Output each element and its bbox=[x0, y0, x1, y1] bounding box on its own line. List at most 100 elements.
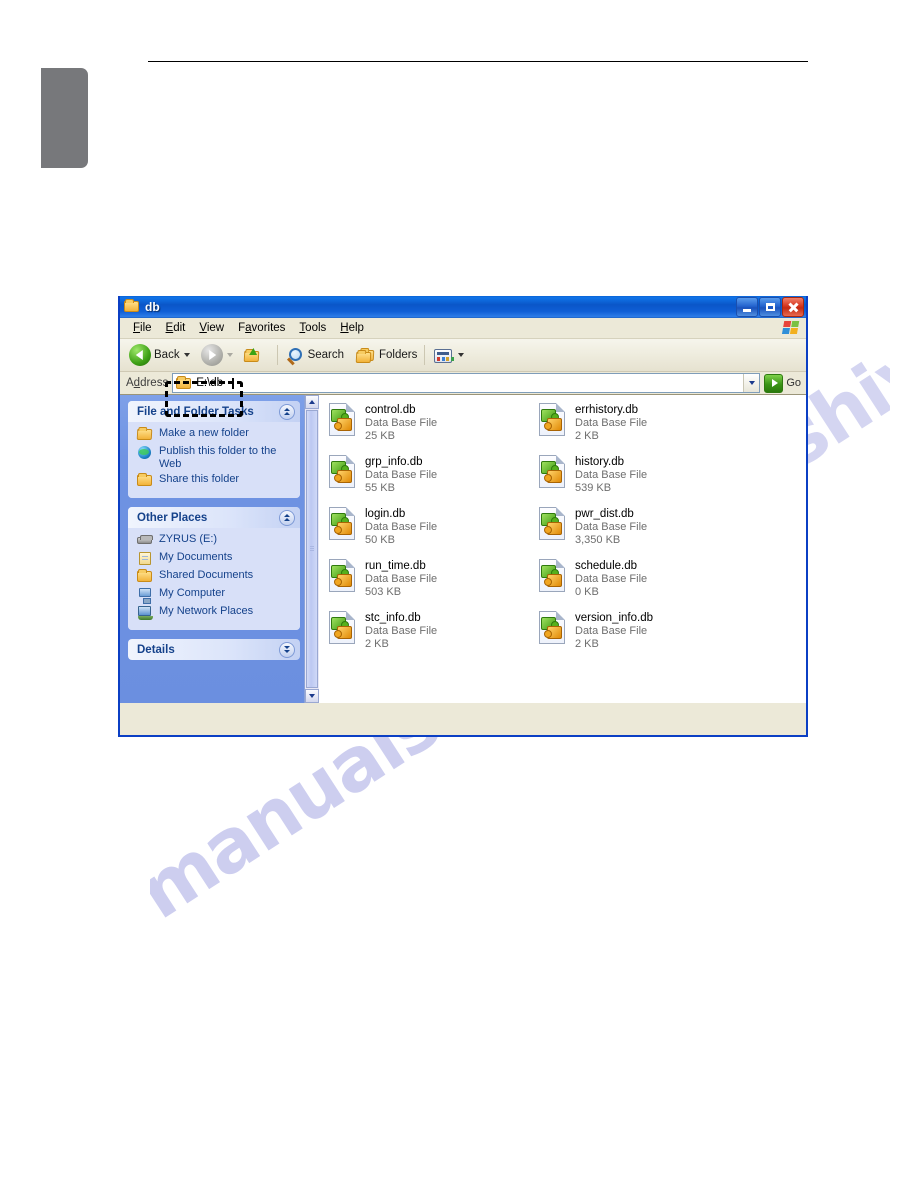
file-type: Data Base File bbox=[365, 469, 438, 481]
go-button[interactable]: Go bbox=[762, 373, 806, 393]
file-type: Data Base File bbox=[575, 573, 648, 585]
scroll-up-icon[interactable] bbox=[305, 395, 319, 409]
chevron-up-icon[interactable] bbox=[279, 403, 295, 420]
panel-file-and-folder-tasks: File and Folder Tasks Make a new folder … bbox=[128, 401, 300, 498]
panel-body: ZYRUS (E:) My Documents Shared Documents… bbox=[128, 528, 300, 630]
maximize-button[interactable] bbox=[759, 297, 781, 317]
file-item[interactable]: errhistory.db Data Base File 2 KB bbox=[537, 403, 653, 443]
sidebar-item-label: ZYRUS (E:) bbox=[159, 533, 218, 545]
text-cursor bbox=[232, 377, 234, 389]
file-type: Data Base File bbox=[575, 625, 648, 637]
sidebar-item-make-a-new-folder[interactable]: Make a new folder bbox=[136, 427, 294, 442]
menu-item-view[interactable]: View bbox=[192, 320, 231, 336]
database-file-icon bbox=[327, 611, 357, 647]
up-button[interactable] bbox=[241, 341, 273, 369]
panel-header[interactable]: File and Folder Tasks bbox=[128, 401, 300, 422]
windows-flag-icon bbox=[781, 319, 802, 337]
forward-arrow-icon bbox=[200, 344, 223, 366]
address-dropdown-button[interactable] bbox=[743, 374, 760, 392]
views-icon bbox=[432, 346, 454, 364]
magnifier-icon bbox=[285, 346, 305, 364]
file-name: pwr_dist.db bbox=[575, 508, 634, 520]
database-file-icon bbox=[327, 559, 357, 595]
file-item[interactable]: schedule.db Data Base File 0 KB bbox=[537, 559, 653, 599]
file-type: Data Base File bbox=[575, 521, 648, 533]
watermark: manualshive.com bbox=[150, 700, 850, 960]
file-item[interactable]: version_info.db Data Base File 2 KB bbox=[537, 611, 653, 651]
menu-item-favorites[interactable]: Favorites bbox=[231, 320, 292, 336]
close-button[interactable] bbox=[782, 297, 804, 317]
database-file-icon bbox=[537, 507, 567, 543]
sidebar-item-label: Share this folder bbox=[159, 473, 240, 485]
scroll-down-icon[interactable] bbox=[305, 689, 319, 703]
toolbar: Back Search Folders bbox=[120, 339, 806, 372]
sidebar-item-my-computer[interactable]: My Computer bbox=[137, 587, 294, 604]
views-dropdown-icon[interactable] bbox=[458, 353, 465, 357]
my-documents-icon bbox=[137, 551, 154, 566]
file-size: 2 KB bbox=[575, 638, 599, 650]
minimize-button[interactable] bbox=[736, 297, 758, 317]
panel-header[interactable]: Details bbox=[128, 639, 300, 660]
sidebar-item-my-network-places[interactable]: My Network Places bbox=[137, 605, 294, 620]
new-folder-icon bbox=[136, 427, 154, 442]
my-computer-icon bbox=[137, 587, 154, 604]
sidebar-item-label: Shared Documents bbox=[159, 569, 254, 581]
sidebar-item-share-this-folder[interactable]: Share this folder bbox=[137, 473, 294, 488]
folders-button[interactable]: Folders bbox=[353, 341, 420, 369]
file-column-left: control.db Data Base File 25 KB grp_info… bbox=[327, 403, 437, 663]
database-file-icon bbox=[537, 403, 567, 439]
database-file-icon bbox=[327, 455, 357, 491]
explorer-window: db File Edit View Favorites Tools Help B… bbox=[118, 296, 808, 737]
sidebar-scrollbar[interactable] bbox=[304, 395, 319, 703]
file-size: 25 KB bbox=[365, 430, 395, 442]
sidebar-item-my-documents[interactable]: My Documents bbox=[137, 551, 294, 566]
folders-label: Folders bbox=[379, 349, 418, 361]
file-name: schedule.db bbox=[575, 560, 638, 572]
address-bar: Address E:\db Go bbox=[120, 372, 806, 395]
file-name: stc_info.db bbox=[365, 612, 421, 624]
menu-item-file[interactable]: File bbox=[126, 320, 159, 336]
forward-button[interactable] bbox=[198, 341, 241, 369]
file-item[interactable]: run_time.db Data Base File 503 KB bbox=[327, 559, 437, 599]
sidebar-item-publish-this-folder-to-the-web[interactable]: Publish this folder to the Web bbox=[137, 445, 294, 470]
sidebar-item-shared-documents[interactable]: Shared Documents bbox=[137, 569, 294, 584]
folder-icon bbox=[176, 376, 192, 390]
file-item[interactable]: stc_info.db Data Base File 2 KB bbox=[327, 611, 437, 651]
file-type: Data Base File bbox=[365, 625, 438, 637]
address-input[interactable]: E:\db bbox=[172, 373, 761, 393]
up-folder-icon bbox=[243, 346, 264, 364]
file-name: history.db bbox=[575, 456, 625, 468]
search-button[interactable]: Search bbox=[282, 341, 347, 369]
file-name: grp_info.db bbox=[365, 456, 423, 468]
file-size: 2 KB bbox=[575, 430, 599, 442]
toolbar-separator-2 bbox=[424, 345, 426, 365]
search-label: Search bbox=[307, 349, 345, 361]
views-button[interactable] bbox=[429, 341, 472, 369]
file-name: run_time.db bbox=[365, 560, 426, 572]
chevron-down-icon[interactable] bbox=[279, 641, 295, 658]
back-button[interactable]: Back bbox=[126, 341, 198, 369]
file-item[interactable]: pwr_dist.db Data Base File 3,350 KB bbox=[537, 507, 653, 547]
sidebar-item-label: Publish this folder to the Web bbox=[159, 445, 277, 470]
panel-header[interactable]: Other Places bbox=[128, 507, 300, 528]
chevron-up-icon[interactable] bbox=[279, 509, 295, 526]
database-file-icon bbox=[537, 611, 567, 647]
sidebar-item-zyrus-e[interactable]: ZYRUS (E:) bbox=[137, 533, 294, 548]
scrollbar-thumb[interactable] bbox=[306, 410, 318, 688]
menu-item-edit[interactable]: Edit bbox=[159, 320, 193, 336]
folders-icon bbox=[355, 346, 376, 364]
back-arrow-icon bbox=[129, 344, 151, 366]
address-value: E:\db bbox=[196, 377, 224, 389]
back-dropdown-icon[interactable] bbox=[183, 353, 190, 357]
menu-item-tools[interactable]: Tools bbox=[292, 320, 333, 336]
file-list-pane[interactable]: control.db Data Base File 25 KB grp_info… bbox=[319, 395, 806, 703]
address-label: Address bbox=[126, 377, 169, 389]
window-title: db bbox=[145, 300, 160, 314]
file-item[interactable]: grp_info.db Data Base File 55 KB bbox=[327, 455, 437, 495]
file-item[interactable]: login.db Data Base File 50 KB bbox=[327, 507, 437, 547]
shared-documents-icon bbox=[137, 569, 154, 584]
file-item[interactable]: history.db Data Base File 539 KB bbox=[537, 455, 653, 495]
drive-icon bbox=[137, 533, 154, 548]
menu-item-help[interactable]: Help bbox=[333, 320, 371, 336]
file-item[interactable]: control.db Data Base File 25 KB bbox=[327, 403, 437, 443]
